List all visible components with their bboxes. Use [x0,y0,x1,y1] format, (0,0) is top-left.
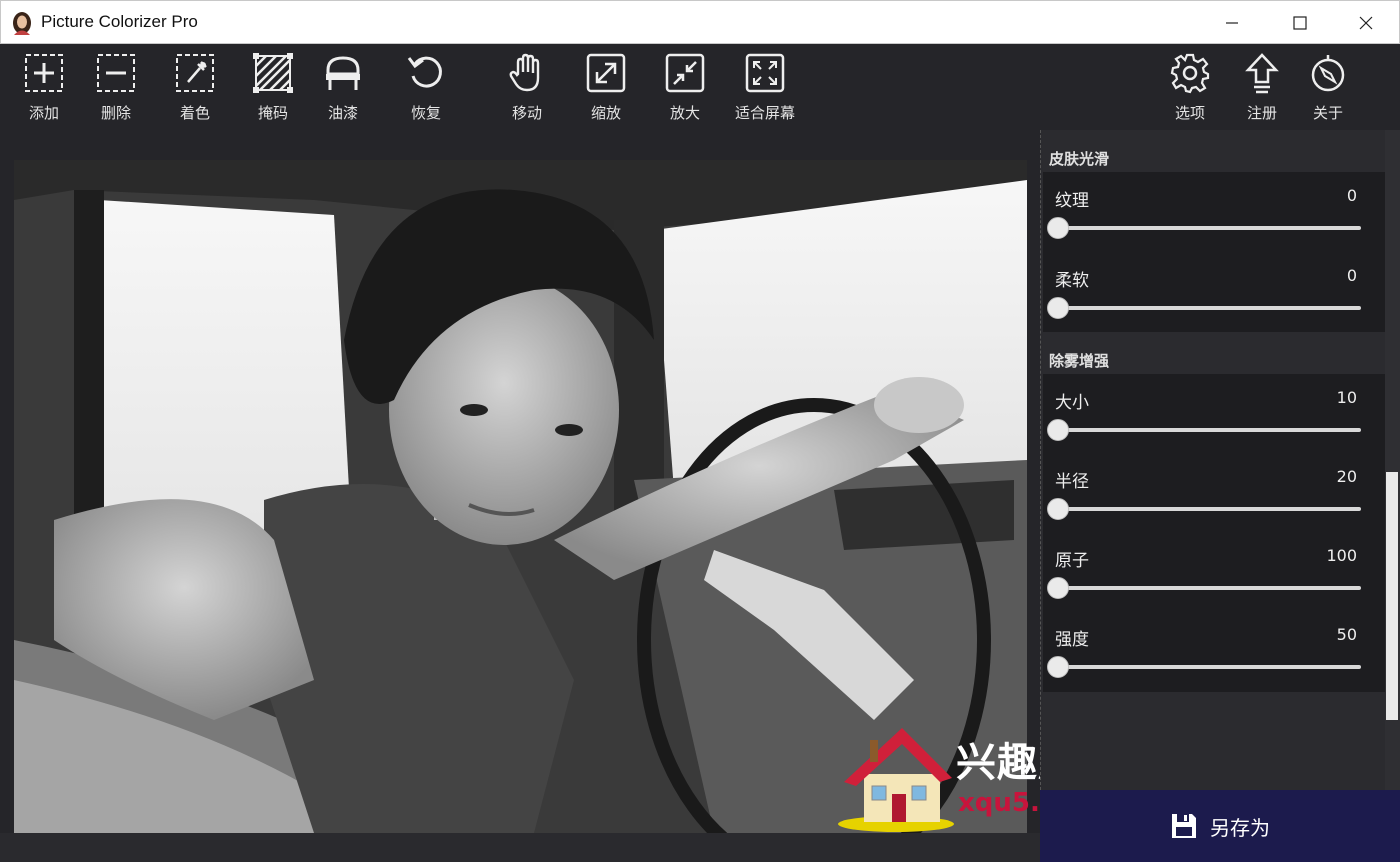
size-track[interactable] [1059,428,1361,432]
skin-smoothing-group: 纹理 0 柔软 0 [1043,172,1385,332]
size-value: 10 [1336,388,1357,407]
options-label: 选项 [1174,104,1205,122]
zoom-out-icon [586,53,626,93]
radius-track[interactable] [1059,507,1361,511]
status-strip [0,833,1040,862]
atom-label: 原子 [1055,551,1089,571]
softness-track[interactable] [1059,306,1361,310]
paint-label: 油漆 [327,104,358,122]
radius-thumb[interactable] [1047,498,1069,520]
maximize-icon [1293,15,1307,30]
dehaze-title: 除雾增强 [1049,352,1110,370]
texture-thumb[interactable] [1047,217,1069,239]
fit-screen-button[interactable]: 适合屏幕 [726,52,804,126]
softness-thumb[interactable] [1047,297,1069,319]
minimize-button[interactable] [1199,1,1265,44]
colorize-label: 着色 [179,104,210,122]
zoom-in-icon [665,53,705,93]
minimize-icon [1226,21,1238,24]
options-button[interactable]: 选项 [1151,52,1229,126]
hand-icon [509,53,540,92]
window-title: Picture Colorizer Pro [41,12,198,31]
mask-label: 掩码 [257,104,288,122]
paint-icon [326,56,360,90]
texture-label: 纹理 [1055,191,1089,211]
size-label: 大小 [1055,393,1089,413]
about-button[interactable]: 关于 [1289,52,1367,126]
size-slider[interactable]: 大小 10 [1043,374,1385,454]
close-button[interactable] [1333,1,1399,44]
add-label: 添加 [28,104,59,122]
texture-track[interactable] [1059,226,1361,230]
softness-slider[interactable]: 柔软 0 [1043,252,1385,332]
remove-icon [97,54,135,92]
move-label: 移动 [511,104,542,122]
strength-track[interactable] [1059,665,1361,669]
texture-slider[interactable]: 纹理 0 [1043,172,1385,252]
floppy-disk-icon [1172,814,1196,838]
register-label: 注册 [1246,104,1277,122]
radius-label: 半径 [1055,472,1089,492]
colorize-button[interactable]: 着色 [156,52,234,126]
settings-panel: 皮肤光滑 纹理 0 柔软 0 除雾增强 大小 10 半径 20 原子 100 强… [1040,130,1400,790]
colorize-icon [176,54,214,92]
radius-slider[interactable]: 半径 20 [1043,453,1385,533]
close-icon [1359,16,1373,29]
strength-thumb[interactable] [1047,656,1069,678]
paint-button[interactable]: 油漆 [304,52,382,126]
texture-value: 0 [1346,186,1357,205]
remove-label: 删除 [100,104,131,122]
compass-icon [1311,55,1345,92]
move-button[interactable]: 移动 [488,52,566,126]
restore-icon [407,56,442,88]
strength-slider[interactable]: 强度 50 [1043,611,1385,691]
upload-arrow-icon [1245,53,1279,94]
add-button[interactable]: 添加 [5,52,83,126]
strength-label: 强度 [1055,630,1089,650]
mask-button[interactable]: 掩码 [234,52,312,126]
enlarge-button[interactable]: 放大 [646,52,724,126]
app-logo-icon [13,12,31,35]
add-icon [25,54,63,92]
about-label: 关于 [1312,104,1343,122]
mask-icon [253,53,293,93]
softness-value: 0 [1346,266,1357,285]
atom-thumb[interactable] [1047,577,1069,599]
maximize-button[interactable] [1267,1,1333,44]
size-thumb[interactable] [1047,419,1069,441]
gear-icon [1170,53,1210,94]
enlarge-label: 放大 [669,104,700,122]
save-as-button[interactable]: 另存为 [1040,790,1400,862]
atom-slider[interactable]: 原子 100 [1043,532,1385,612]
dehaze-group: 大小 10 半径 20 原子 100 强度 50 [1043,374,1385,692]
remove-button[interactable]: 删除 [77,52,155,126]
atom-value: 100 [1326,546,1357,565]
restore-button[interactable]: 恢复 [387,52,465,126]
zoom-button[interactable]: 缩放 [567,52,645,126]
restore-label: 恢复 [410,104,441,122]
strength-value: 50 [1336,625,1357,644]
radius-value: 20 [1336,467,1357,486]
panel-scroll-thumb[interactable] [1386,472,1398,720]
title-bar: Picture Colorizer Pro [0,0,1400,44]
panel-scrollbar[interactable] [1385,130,1400,790]
skin-smoothing-title: 皮肤光滑 [1049,150,1110,168]
zoom-label: 缩放 [590,104,621,122]
toolbar: 添加 删除 着色 掩码 油漆 恢复 移动 缩放 放大 适合屏幕 选项 注册 关于 [0,44,1400,130]
fit-screen-label: 适合屏幕 [734,104,795,122]
atom-track[interactable] [1059,586,1361,590]
house-logo-icon [838,728,954,832]
softness-label: 柔软 [1055,271,1089,291]
save-as-label: 另存为 [1210,815,1270,840]
fit-screen-icon [745,53,785,93]
